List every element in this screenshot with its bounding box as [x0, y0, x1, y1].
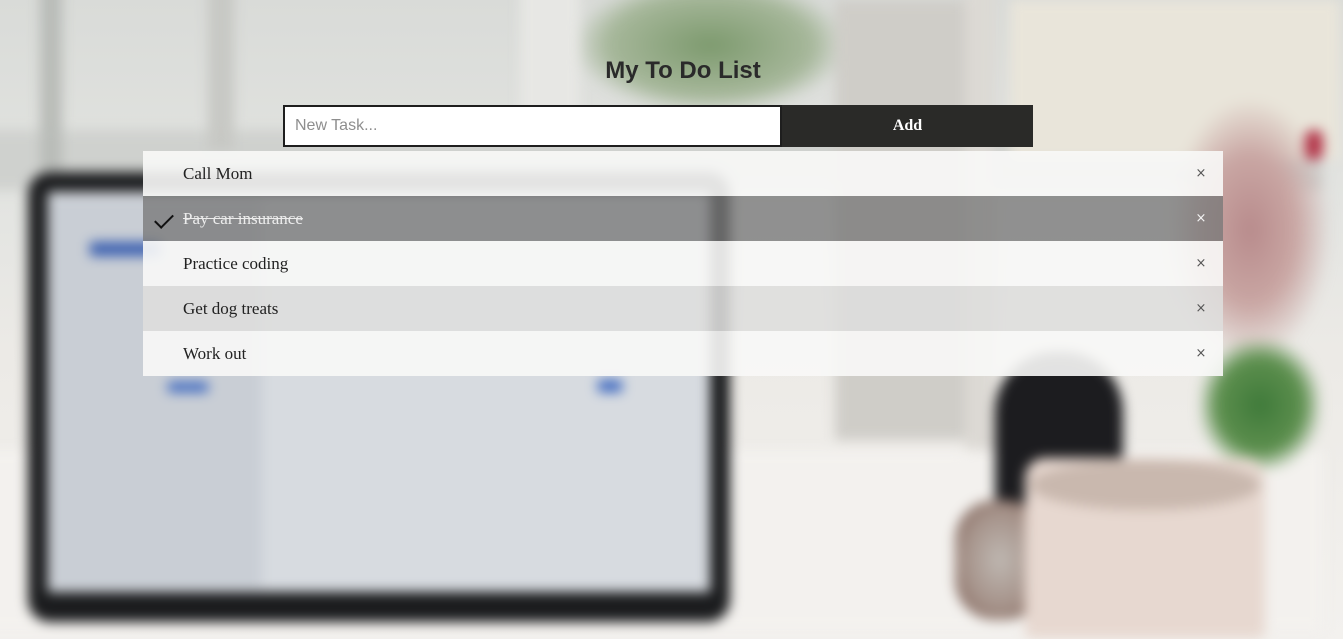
add-task-button[interactable]: Add	[782, 105, 1033, 147]
close-icon[interactable]: ×	[1179, 286, 1223, 331]
task-item[interactable]: Get dog treats ×	[143, 286, 1223, 331]
task-list: Call Mom × Pay car insurance × Practice …	[143, 151, 1223, 376]
task-label: Call Mom	[183, 164, 253, 183]
task-label: Get dog treats	[183, 299, 279, 318]
task-item[interactable]: Practice coding ×	[143, 241, 1223, 286]
task-item[interactable]: Call Mom ×	[143, 151, 1223, 196]
task-label: Pay car insurance	[183, 209, 303, 228]
new-task-input[interactable]	[283, 105, 782, 147]
new-task-form: Add	[283, 105, 1033, 147]
task-item[interactable]: Pay car insurance ×	[143, 196, 1223, 241]
task-label: Work out	[183, 344, 247, 363]
todo-app: My To Do List Add Call Mom × Pay car ins…	[0, 0, 1343, 639]
close-icon[interactable]: ×	[1179, 151, 1223, 196]
task-item[interactable]: Work out ×	[143, 331, 1223, 376]
close-icon[interactable]: ×	[1179, 196, 1223, 241]
close-icon[interactable]: ×	[1179, 331, 1223, 376]
page-title: My To Do List	[605, 57, 761, 84]
close-icon[interactable]: ×	[1179, 241, 1223, 286]
check-icon	[154, 209, 174, 229]
task-label: Practice coding	[183, 254, 289, 273]
